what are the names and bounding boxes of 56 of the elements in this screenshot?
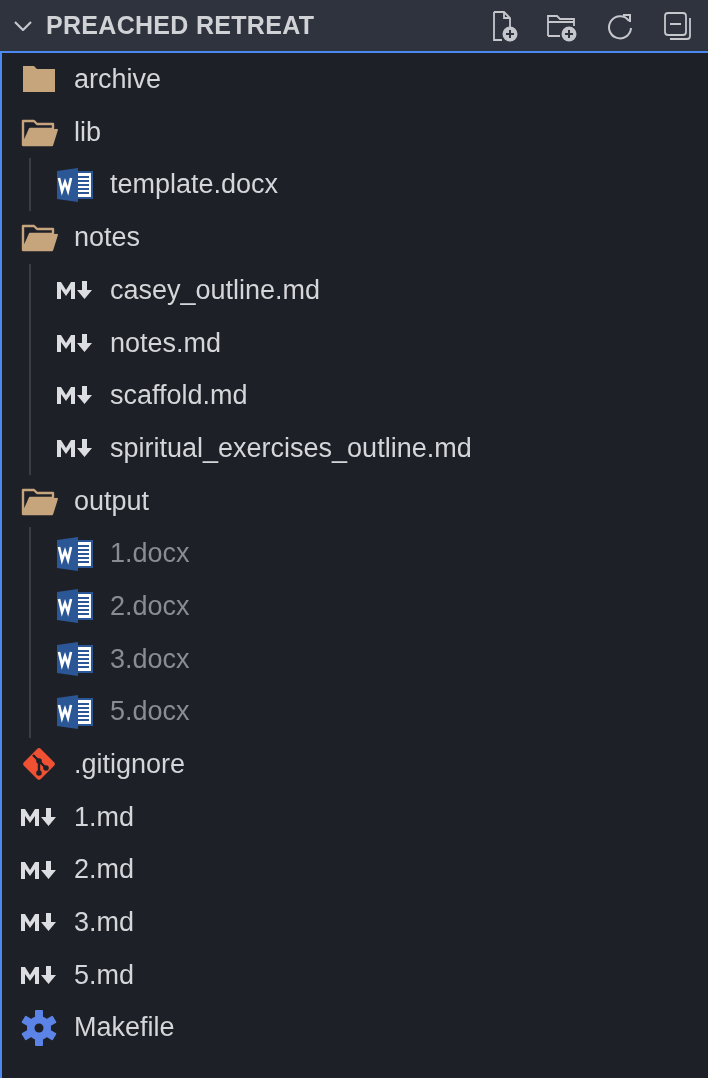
markdown-icon [20,965,58,986]
word-document-icon [56,536,94,571]
folder-row[interactable]: archive [2,53,708,106]
file-row[interactable]: .gitignore [2,737,708,791]
file-name: template.docx [110,168,279,202]
file-name: notes.md [110,326,222,360]
gear-icon [20,1008,58,1047]
file-row[interactable]: 1.md [2,790,708,844]
file-name: 3.docx [110,642,190,676]
folder-row[interactable]: lib [2,105,708,159]
file-row[interactable]: Makefile [2,1001,708,1055]
file-name: .gitignore [74,748,186,782]
chevron-down-icon [14,20,32,31]
file-row[interactable]: casey_outline.md [2,263,708,317]
word-document-icon [56,589,94,624]
file-name: spiritual_exercises_outline.md [110,431,472,465]
file-row[interactable]: scaffold.md [2,369,708,422]
file-name: lib [74,115,101,149]
file-name: 1.docx [110,537,190,571]
file-row[interactable]: 1.docx [2,527,708,580]
markdown-icon [56,385,94,406]
file-row[interactable]: 5.docx [2,685,708,738]
file-name: 2.md [74,853,135,887]
file-name: scaffold.md [110,379,248,413]
file-name: 1.md [74,800,135,834]
collapse-all-icon [662,9,694,42]
markdown-icon [56,332,94,353]
file-row[interactable]: 3.md [2,896,708,949]
file-row[interactable]: 2.docx [2,579,708,633]
file-name: notes [74,221,141,255]
file-row[interactable]: notes.md [2,316,708,370]
file-name: casey_outline.md [110,273,321,307]
section-header[interactable]: PREACHED RETREAT [0,0,708,51]
file-name: output [74,484,150,518]
word-document-icon [56,167,94,202]
file-name: 5.md [74,958,135,992]
section-title: PREACHED RETREAT [46,9,316,41]
word-document-icon [56,641,94,676]
file-row[interactable]: template.docx [2,158,708,212]
file-row[interactable]: 5.md [2,948,708,1002]
word-document-icon [56,694,94,729]
file-name: 5.docx [110,695,190,729]
folder-row[interactable]: notes [2,211,708,264]
markdown-icon [20,912,58,933]
file-row[interactable]: 3.docx [2,632,708,686]
markdown-icon [56,280,94,301]
file-row[interactable]: 2.md [2,843,708,896]
folder-row[interactable]: output [2,474,708,528]
file-name: 2.docx [110,589,190,623]
file-name: Makefile [74,1011,175,1045]
markdown-icon [20,859,58,880]
markdown-icon [56,438,94,459]
file-name: archive [74,63,162,97]
file-name: 3.md [74,906,135,940]
file-row[interactable]: spiritual_exercises_outline.md [2,421,708,475]
markdown-icon [20,806,58,827]
